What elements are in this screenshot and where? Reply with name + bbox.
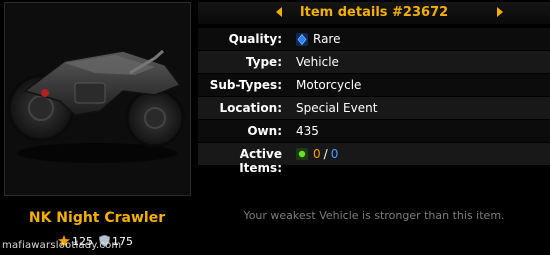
location-label: Location: (219, 101, 282, 115)
detail-row-type: Type: Vehicle (198, 51, 550, 73)
active-items-label: Active Items: (239, 147, 282, 175)
detail-row-own: Own: 435 (198, 120, 550, 142)
subtypes-value: Motorcycle (296, 78, 362, 92)
detail-row-location: Location: Special Event (198, 97, 550, 119)
item-image (4, 2, 191, 196)
own-label: Own: (247, 124, 282, 138)
quality-value: Rare (313, 32, 341, 46)
location-value: Special Event (296, 101, 378, 115)
type-label: Type: (245, 55, 282, 69)
rare-gem-icon (296, 32, 308, 46)
detail-row-active-items: Active Items: 0 / 0 (198, 143, 550, 175)
item-image-panel: NK Night Crawler 125 175 mafiawarslootla… (0, 0, 194, 255)
active-indicator-icon (296, 148, 308, 160)
comparison-note: Your weakest Vehicle is stronger than th… (243, 209, 505, 222)
quality-label: Quality: (228, 32, 282, 46)
item-details-header: Item details #23672 (198, 2, 550, 24)
quality-value-group: Rare (296, 32, 340, 46)
own-value: 435 (296, 124, 319, 138)
detail-row-quality: Quality: Rare (198, 28, 550, 50)
motorcycle-image (7, 49, 185, 163)
active-count: 0 (313, 147, 321, 161)
detail-row-subtypes: Sub-Types: Motorcycle (198, 74, 550, 96)
type-value: Vehicle (296, 55, 339, 69)
watermark-text: mafiawarslootlady.com (2, 240, 122, 251)
subtypes-label: Sub-Types: (209, 78, 282, 92)
active-items-value: 0 / 0 (296, 147, 338, 161)
item-name: NK Night Crawler (28, 210, 166, 226)
next-item-arrow-icon[interactable] (497, 7, 503, 17)
active-separator: / (323, 147, 328, 161)
total-count: 0 (330, 147, 339, 161)
